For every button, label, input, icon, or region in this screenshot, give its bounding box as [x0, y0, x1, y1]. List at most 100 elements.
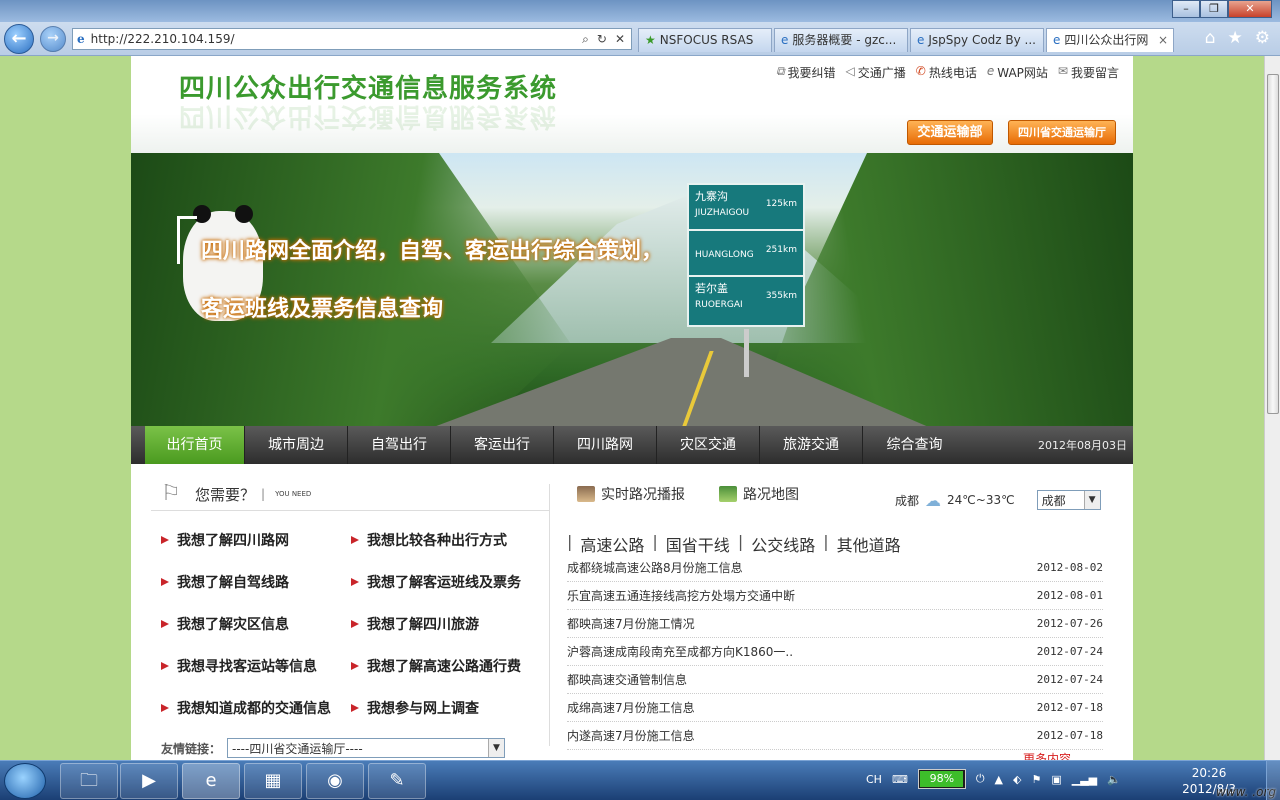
battery-indicator[interactable]: 98%	[917, 769, 966, 789]
toplink-radio[interactable]: ◁ 交通广播	[846, 64, 906, 81]
toplink-message[interactable]: ✉ 我要留言	[1058, 64, 1119, 81]
cat-expressway[interactable]: 高速公路	[580, 532, 644, 556]
bullet-icon	[161, 620, 169, 628]
favorites-icon[interactable]: ★	[1228, 28, 1243, 48]
news-row[interactable]: 都映高速交通管制信息 2012-07-24	[567, 666, 1103, 694]
show-desktop-button[interactable]	[1266, 761, 1280, 800]
tab-jspspy[interactable]: e JspSpy Codz By ...	[910, 28, 1044, 52]
home-icon[interactable]: ⌂	[1205, 28, 1216, 48]
nav-tourism[interactable]: 旅游交通	[760, 426, 863, 464]
forward-button[interactable]: →	[40, 26, 66, 52]
tab-realtime-traffic[interactable]: 实时路况播报	[577, 484, 685, 504]
bullet-icon	[351, 704, 359, 712]
map-icon	[719, 486, 737, 502]
city-select[interactable]: 成都 ▼	[1036, 490, 1101, 510]
nav-city[interactable]: 城市周边	[245, 426, 348, 464]
need-links: 我想了解四川路网 我想比较各种出行方式 我想了解自驾线路 我想了解客运班线及票务…	[161, 530, 541, 718]
refresh-icon[interactable]: ↻	[597, 32, 607, 47]
stop-icon[interactable]: ✕	[615, 32, 625, 47]
need-link[interactable]: 我想了解客运班线及票务	[351, 572, 541, 592]
friend-links-select[interactable]: ----四川省交通运输厅---- ▼	[227, 738, 506, 758]
browser-chrome: – ❐ ✕ ← → e http://222.210.104.159/ ⌕ ↻ …	[0, 0, 1280, 56]
need-link[interactable]: 我想了解自驾线路	[161, 572, 351, 592]
need-link[interactable]: 我想了解高速公路通行费	[351, 656, 541, 676]
speaker-icon: ◁	[845, 64, 855, 78]
nav-search[interactable]: 综合查询	[863, 426, 966, 464]
nav-self-drive[interactable]: 自驾出行	[348, 426, 451, 464]
address-bar[interactable]: e http://222.210.104.159/ ⌕ ↻ ✕	[72, 28, 632, 50]
language-indicator[interactable]: CH	[866, 773, 882, 786]
cat-other[interactable]: 其他道路	[837, 532, 901, 556]
phone-icon: ✆	[915, 64, 926, 78]
url-text[interactable]: http://222.210.104.159/	[91, 32, 235, 46]
minimize-button[interactable]: –	[1172, 0, 1200, 18]
show-hidden-icon[interactable]: ▲	[995, 773, 1003, 786]
news-row[interactable]: 成绵高速7月份施工信息 2012-07-18	[567, 694, 1103, 722]
nav-road-network[interactable]: 四川路网	[554, 426, 657, 464]
start-button[interactable]	[4, 763, 46, 799]
app-grid-icon[interactable]: ▦	[244, 763, 302, 799]
maximize-button[interactable]: ❐	[1200, 0, 1228, 18]
need-link[interactable]: 我想寻找客运站等信息	[161, 656, 351, 676]
road-sign: 九寨沟 JIUZHAIGOU 125km HUANGLONG 251km 若尔盖 RUO…	[687, 183, 805, 327]
news-row[interactable]: 都映高速7月份施工情况 2012-07-26	[567, 610, 1103, 638]
tools-gear-icon[interactable]: ⚙	[1255, 28, 1270, 48]
news-row[interactable]: 内遂高速7月份施工信息 2012-07-18	[567, 722, 1103, 750]
toplink-wap[interactable]: e WAP网站	[987, 64, 1048, 81]
ministry-button[interactable]: 交通运输部	[907, 120, 993, 145]
network-icon[interactable]: ⬖	[1013, 773, 1021, 786]
cat-national-road[interactable]: 国省干线	[666, 532, 730, 556]
tab-sichuan[interactable]: e 四川公众出行网 ×	[1046, 28, 1174, 52]
toplink-hotline[interactable]: ✆ 热线电话	[916, 64, 977, 81]
keyboard-icon[interactable]: ⌨	[892, 773, 908, 786]
bullet-icon	[161, 662, 169, 670]
tab-nsfocus[interactable]: ★ NSFOCUS RSAS	[638, 28, 772, 52]
need-link[interactable]: 我想比较各种出行方式	[351, 530, 541, 550]
bullet-icon	[351, 662, 359, 670]
nav-disaster-area[interactable]: 灾区交通	[657, 426, 760, 464]
back-button[interactable]: ←	[4, 24, 34, 54]
signal-icon[interactable]: ▁▃▅	[1072, 773, 1097, 786]
friend-links: 友情链接： ----四川省交通运输厅---- ▼	[161, 738, 506, 758]
flag-icon[interactable]: ⚑	[1031, 773, 1041, 786]
paint-icon[interactable]: ✎	[368, 763, 426, 799]
need-link[interactable]: 我想知道成都的交通信息	[161, 698, 351, 718]
ie-icon: e	[986, 64, 995, 78]
need-link[interactable]: 我想参与网上调查	[351, 698, 541, 718]
vertical-scrollbar[interactable]	[1264, 56, 1280, 760]
news-row[interactable]: 沪蓉高速成南段南充至成都方向K1860一.. 2012-07-24	[567, 638, 1103, 666]
bullet-icon	[161, 536, 169, 544]
need-link[interactable]: 我想了解四川路网	[161, 530, 351, 550]
close-window-button[interactable]: ✕	[1228, 0, 1272, 18]
news-row[interactable]: 乐宜高速五通连接线高挖方处塌方交通中断 2012-08-01	[567, 582, 1103, 610]
power-plug-icon[interactable]: ⏻	[976, 772, 985, 786]
nav-home[interactable]: 出行首页	[145, 426, 245, 464]
explorer-icon[interactable]: 🗀	[60, 763, 118, 799]
provincial-dept-button[interactable]: 四川省交通运输厅	[1008, 120, 1116, 145]
news-list: 成都绕城高速公路8月份施工信息 2012-08-02 乐宜高速五通连接线高挖方处塌…	[567, 554, 1103, 750]
ie-taskbar-icon[interactable]: e	[182, 763, 240, 799]
ie-icon: e	[917, 33, 925, 47]
tab-traffic-map[interactable]: 路况地图	[719, 484, 799, 504]
right-tabs: 实时路况播报 路况地图	[577, 484, 833, 504]
weather: 成都 ☁ 24℃~33℃ 成都 ▼	[895, 490, 1101, 510]
window-titlebar: – ❐ ✕	[0, 0, 1280, 22]
ie-icon: e	[1053, 33, 1061, 47]
media-player-icon[interactable]: ▶	[120, 763, 178, 799]
ie-icon: e	[77, 32, 85, 46]
web-page: 四川公众出行交通信息服务系统 四川公众出行交通信息服务系统 ⧉ 我要纠错 ◁ 交通广…	[131, 56, 1133, 766]
volume-icon[interactable]: 🔈	[1107, 773, 1121, 786]
close-tab-icon[interactable]: ×	[1158, 29, 1173, 52]
cat-bus[interactable]: 公交线路	[751, 532, 815, 556]
bullet-icon	[351, 536, 359, 544]
main-nav: 出行首页 城市周边 自驾出行 客运出行 四川路网 灾区交通 旅游交通 综合查询 …	[131, 426, 1133, 464]
need-link[interactable]: 我想了解灾区信息	[161, 614, 351, 634]
nav-coach[interactable]: 客运出行	[451, 426, 554, 464]
toplink-correction[interactable]: ⧉ 我要纠错	[776, 64, 836, 81]
need-link[interactable]: 我想了解四川旅游	[351, 614, 541, 634]
search-icon[interactable]: ⌕	[582, 32, 589, 47]
device-icon[interactable]: ▣	[1051, 773, 1061, 786]
tab-server[interactable]: e 服务器概要 - gzc...	[774, 28, 908, 52]
firefox-icon[interactable]: ◉	[306, 763, 364, 799]
news-row[interactable]: 成都绕城高速公路8月份施工信息 2012-08-02	[567, 554, 1103, 582]
